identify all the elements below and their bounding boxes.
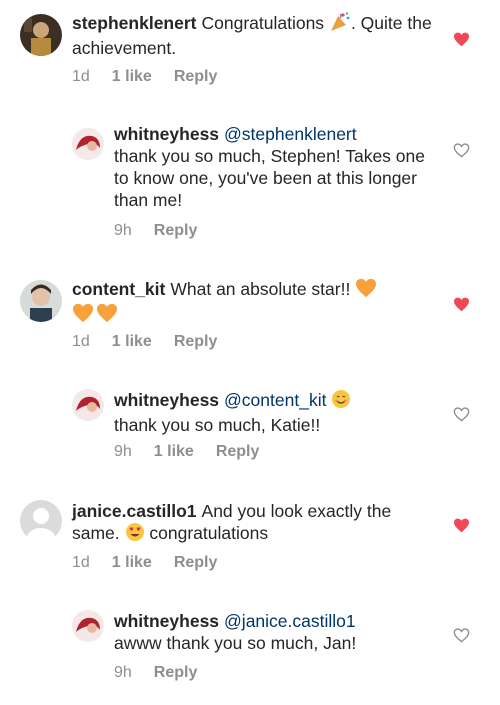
mention-link[interactable]: @stephenklenert: [224, 124, 357, 144]
username[interactable]: content_kit: [72, 279, 165, 299]
comment-text-end: congratulations: [149, 523, 269, 543]
like-heart-outline-icon[interactable]: [452, 626, 470, 644]
likes-count[interactable]: 1 like: [112, 68, 152, 86]
comment-meta: 9h Reply: [114, 664, 197, 682]
reply-button[interactable]: Reply: [174, 68, 218, 86]
comment-meta: 1d 1 like Reply: [72, 68, 217, 86]
comment-meta: 9h 1 like Reply: [114, 443, 259, 461]
comment-body: whitneyhess @stephenklenert thank you so …: [114, 123, 442, 211]
avatar[interactable]: [20, 280, 62, 322]
comment-body: janice.castillo1 And you look exactly the…: [72, 500, 442, 547]
comment-body: whitneyhess @content_kit thank you so muc…: [114, 389, 442, 436]
avatar[interactable]: [72, 389, 104, 421]
username[interactable]: whitneyhess: [114, 611, 219, 631]
avatar-placeholder[interactable]: [20, 500, 62, 542]
mention-link[interactable]: @content_kit: [224, 390, 326, 410]
reply-button[interactable]: Reply: [174, 333, 218, 351]
likes-count[interactable]: 1 like: [112, 554, 152, 572]
comment-text: Congratulations: [201, 13, 325, 33]
comment-age: 9h: [114, 664, 132, 681]
avatar[interactable]: [72, 128, 104, 160]
comment-age: 9h: [114, 222, 132, 239]
likes-count[interactable]: 1 like: [112, 333, 152, 351]
likes-count[interactable]: 1 like: [154, 443, 194, 461]
like-heart-outline-icon[interactable]: [452, 405, 470, 423]
username[interactable]: whitneyhess: [114, 390, 219, 410]
like-heart-filled-icon[interactable]: [452, 30, 470, 48]
comment-text: thank you so much, Katie!!: [114, 415, 321, 435]
orange-heart-icon: [72, 303, 94, 328]
comment-age: 1d: [72, 554, 90, 571]
username[interactable]: janice.castillo1: [72, 501, 197, 521]
comment-body: whitneyhess @janice.castillo1 awww thank …: [114, 610, 442, 654]
comment-meta: 1d 1 like Reply: [72, 333, 217, 351]
smiling-face-icon: [331, 389, 351, 414]
username[interactable]: stephenklenert: [72, 13, 196, 33]
comment-meta: 9h Reply: [114, 222, 197, 240]
avatar[interactable]: [72, 610, 104, 642]
reply-button[interactable]: Reply: [154, 222, 198, 240]
orange-heart-icon: [355, 278, 377, 303]
comment-list: stephenklenert Congratulations . Quite th…: [0, 0, 500, 705]
like-heart-outline-icon[interactable]: [452, 141, 470, 159]
heart-eyes-icon: [125, 522, 145, 547]
comment-age: 1d: [72, 68, 90, 85]
like-heart-filled-icon[interactable]: [452, 295, 470, 313]
comment-body: stephenklenert Congratulations . Quite th…: [72, 12, 442, 59]
like-heart-filled-icon[interactable]: [452, 516, 470, 534]
username[interactable]: whitneyhess: [114, 124, 219, 144]
reply-button[interactable]: Reply: [216, 443, 260, 461]
comment-meta: 1d 1 like Reply: [72, 554, 217, 572]
reply-button[interactable]: Reply: [174, 554, 218, 572]
avatar[interactable]: [20, 14, 62, 56]
mention-link[interactable]: @janice.castillo1: [224, 611, 356, 631]
comment-text: thank you so much, Stephen! Takes one to…: [114, 146, 425, 210]
party-popper-icon: [329, 12, 351, 37]
reply-button[interactable]: Reply: [154, 664, 198, 682]
comment-age: 9h: [114, 443, 132, 460]
comment-text: What an absolute star!!: [170, 279, 351, 299]
comment-text: awww thank you so much, Jan!: [114, 633, 357, 653]
orange-heart-icon: [96, 303, 118, 328]
comment-age: 1d: [72, 333, 90, 350]
comment-body: content_kit What an absolute star!!: [72, 278, 442, 328]
